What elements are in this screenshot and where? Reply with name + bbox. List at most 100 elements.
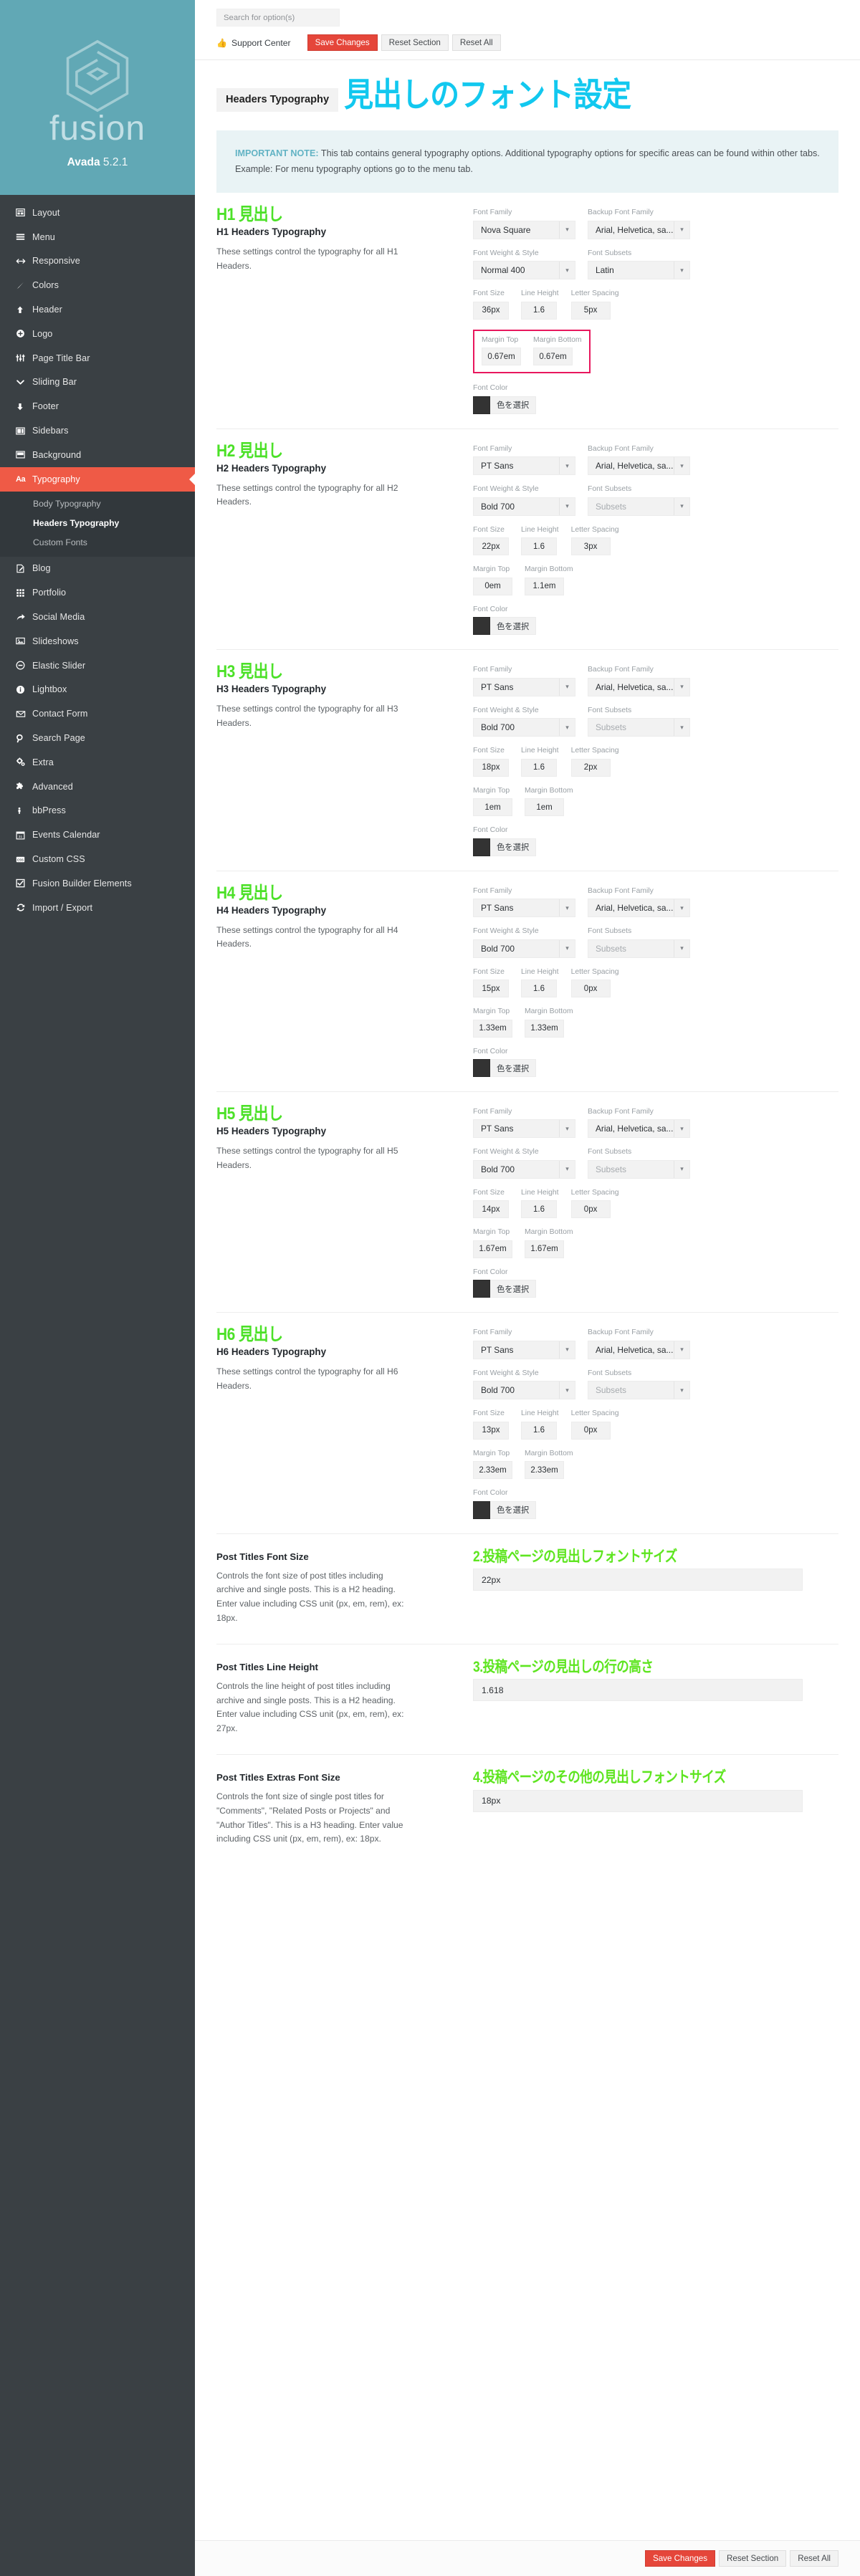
font-family-select[interactable]: PT Sans ▾: [473, 677, 575, 696]
font-weight-select[interactable]: Bold 700 ▾: [473, 1159, 575, 1179]
support-center-link[interactable]: 👍 Support Center: [216, 38, 291, 48]
color-swatch[interactable]: [473, 396, 490, 414]
sidebar-item-search-page[interactable]: Search Page: [0, 726, 195, 750]
search-input[interactable]: Search for option(s): [216, 9, 340, 27]
sidebar-item-footer[interactable]: Footer: [0, 394, 195, 418]
sidebar-item-lightbox[interactable]: Lightbox: [0, 678, 195, 702]
sidebar-item-events-calendar[interactable]: 31 Events Calendar: [0, 823, 195, 847]
font-weight-select[interactable]: Bold 700 ▾: [473, 497, 575, 516]
row-value-input[interactable]: 1.618: [473, 1679, 803, 1702]
margin-top-input[interactable]: 1.67em: [473, 1240, 512, 1258]
sidebar-item-import-export[interactable]: Import / Export: [0, 896, 195, 920]
margin-top-input[interactable]: 0em: [473, 577, 512, 595]
backup-font-family-select[interactable]: Arial, Helvetica, sa... ▾: [588, 220, 690, 239]
sidebar-item-layout[interactable]: Layout: [0, 201, 195, 225]
sidebar-item-typography[interactable]: Aa Typography: [0, 466, 195, 492]
line-height-input[interactable]: 1.6: [521, 537, 557, 556]
line-height-input[interactable]: 1.6: [521, 301, 557, 320]
backup-font-family-select[interactable]: Arial, Helvetica, sa... ▾: [588, 1119, 690, 1139]
reset-all-button[interactable]: Reset All: [452, 34, 501, 51]
color-swatch[interactable]: [473, 1280, 490, 1298]
color-picker[interactable]: 色を選択: [473, 1500, 838, 1519]
margin-bottom-input[interactable]: 2.33em: [525, 1461, 564, 1480]
sidebar-item-fusion-builder-elements[interactable]: Fusion Builder Elements: [0, 871, 195, 896]
letter-spacing-input[interactable]: 3px: [570, 537, 611, 556]
sidebar-item-portfolio[interactable]: Portfolio: [0, 580, 195, 605]
margin-bottom-input[interactable]: 1.1em: [525, 577, 564, 595]
sidebar-subitem-headers-typography[interactable]: Headers Typography: [0, 514, 195, 533]
font-subsets-select[interactable]: Subsets ▾: [588, 939, 690, 958]
font-subsets-select[interactable]: Latin ▾: [588, 261, 690, 280]
select-color-button[interactable]: 色を選択: [490, 617, 537, 636]
sidebar-item-sidebars[interactable]: Sidebars: [0, 418, 195, 443]
font-weight-select[interactable]: Bold 700 ▾: [473, 718, 575, 737]
select-color-button[interactable]: 色を選択: [490, 1500, 537, 1519]
color-swatch[interactable]: [473, 838, 490, 856]
line-height-input[interactable]: 1.6: [521, 758, 557, 777]
sidebar-item-slideshows[interactable]: Slideshows: [0, 629, 195, 653]
row-value-input[interactable]: 22px: [473, 1569, 803, 1591]
margin-top-input[interactable]: 2.33em: [473, 1461, 512, 1480]
sidebar-item-bbpress[interactable]: bbPress: [0, 799, 195, 823]
margin-top-input[interactable]: 1em: [473, 798, 512, 817]
sidebar-item-responsive[interactable]: Responsive: [0, 249, 195, 274]
footer-save-changes-button[interactable]: Save Changes: [644, 2550, 716, 2567]
line-height-input[interactable]: 1.6: [521, 1421, 557, 1440]
font-size-input[interactable]: 22px: [473, 537, 509, 556]
select-color-button[interactable]: 色を選択: [490, 1059, 537, 1077]
sidebar-subitem-body-typography[interactable]: Body Typography: [0, 494, 195, 514]
margin-top-input[interactable]: 1.33em: [473, 1019, 512, 1038]
margin-bottom-input[interactable]: 1em: [525, 798, 564, 817]
font-family-select[interactable]: PT Sans ▾: [473, 899, 575, 918]
font-subsets-select[interactable]: Subsets ▾: [588, 1381, 690, 1400]
row-value-input[interactable]: 18px: [473, 1789, 803, 1812]
margin-top-input[interactable]: 0.67em: [482, 348, 521, 366]
font-subsets-select[interactable]: Subsets ▾: [588, 497, 690, 516]
font-weight-select[interactable]: Bold 700 ▾: [473, 939, 575, 958]
letter-spacing-input[interactable]: 0px: [570, 1200, 611, 1219]
sidebar-item-social-media[interactable]: Social Media: [0, 605, 195, 629]
backup-font-family-select[interactable]: Arial, Helvetica, sa... ▾: [588, 1340, 690, 1359]
sidebar-item-background[interactable]: Background: [0, 443, 195, 467]
font-family-select[interactable]: PT Sans ▾: [473, 1119, 575, 1139]
color-swatch[interactable]: [473, 1059, 490, 1077]
font-size-input[interactable]: 13px: [473, 1421, 509, 1440]
color-picker[interactable]: 色を選択: [473, 1059, 838, 1077]
sidebar-item-custom-css[interactable]: CSS Custom CSS: [0, 847, 195, 871]
color-picker[interactable]: 色を選択: [473, 838, 838, 856]
sidebar-item-advanced[interactable]: Advanced: [0, 775, 195, 799]
margin-bottom-input[interactable]: 1.33em: [525, 1019, 564, 1038]
reset-section-button[interactable]: Reset Section: [381, 34, 449, 51]
font-subsets-select[interactable]: Subsets ▾: [588, 718, 690, 737]
sidebar-item-header[interactable]: Header: [0, 297, 195, 322]
backup-font-family-select[interactable]: Arial, Helvetica, sa... ▾: [588, 899, 690, 918]
sidebar-item-page-title-bar[interactable]: Page Title Bar: [0, 346, 195, 370]
font-size-input[interactable]: 14px: [473, 1200, 509, 1219]
color-swatch[interactable]: [473, 617, 490, 636]
sidebar-item-menu[interactable]: Menu: [0, 225, 195, 249]
select-color-button[interactable]: 色を選択: [490, 396, 537, 414]
letter-spacing-input[interactable]: 0px: [570, 1421, 611, 1440]
font-size-input[interactable]: 36px: [473, 301, 509, 320]
letter-spacing-input[interactable]: 5px: [570, 301, 611, 320]
line-height-input[interactable]: 1.6: [521, 1200, 557, 1219]
letter-spacing-input[interactable]: 2px: [570, 758, 611, 777]
font-subsets-select[interactable]: Subsets ▾: [588, 1159, 690, 1179]
sidebar-subitem-custom-fonts[interactable]: Custom Fonts: [0, 533, 195, 552]
backup-font-family-select[interactable]: Arial, Helvetica, sa... ▾: [588, 456, 690, 476]
color-swatch[interactable]: [473, 1500, 490, 1519]
select-color-button[interactable]: 色を選択: [490, 838, 537, 856]
sidebar-item-contact-form[interactable]: Contact Form: [0, 702, 195, 726]
footer-reset-section-button[interactable]: Reset Section: [719, 2550, 787, 2567]
sidebar-item-logo[interactable]: Logo: [0, 322, 195, 346]
margin-bottom-input[interactable]: 0.67em: [533, 348, 573, 366]
font-family-select[interactable]: PT Sans ▾: [473, 1340, 575, 1359]
font-size-input[interactable]: 18px: [473, 758, 509, 777]
line-height-input[interactable]: 1.6: [521, 980, 557, 998]
letter-spacing-input[interactable]: 0px: [570, 980, 611, 998]
save-changes-button[interactable]: Save Changes: [307, 34, 378, 51]
margin-bottom-input[interactable]: 1.67em: [525, 1240, 564, 1258]
sidebar-item-blog[interactable]: Blog: [0, 557, 195, 581]
sidebar-item-extra[interactable]: Extra: [0, 750, 195, 775]
font-size-input[interactable]: 15px: [473, 980, 509, 998]
